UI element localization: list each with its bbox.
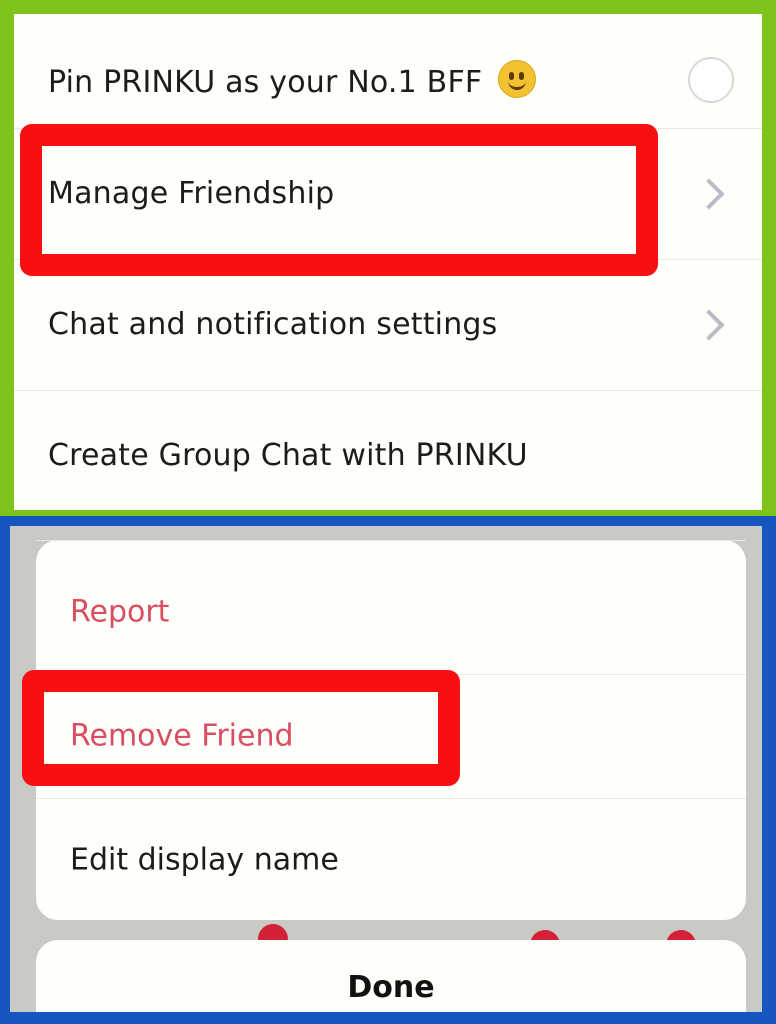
menu-item-chat-notification-settings-label: Chat and notification settings [48,307,498,342]
menu-item-chat-notification-settings[interactable]: Chat and notification settings [14,259,762,390]
profile-menu: Pin PRINKU as your No.1 BFF Manage Frien… [14,14,762,510]
remove-friend-button[interactable]: Remove Friend [36,674,746,798]
chevron-right-icon [693,308,725,341]
divider [36,540,746,541]
done-button[interactable]: Done [36,940,746,1012]
menu-item-manage-friendship[interactable]: Manage Friendship [14,128,762,259]
menu-item-manage-friendship-label: Manage Friendship [48,176,335,211]
report-label: Report [70,594,170,630]
top-frame: Pin PRINKU as your No.1 BFF Manage Frien… [0,0,776,520]
remove-friend-label: Remove Friend [70,718,294,754]
edit-display-name-label: Edit display name [70,842,339,878]
action-sheet-backdrop: Report Remove Friend Edit display name D… [10,526,762,1012]
menu-item-create-group-chat[interactable]: Create Group Chat with PRINKU [14,390,762,521]
edit-display-name-button[interactable]: Edit display name [36,798,746,922]
menu-item-pin-bff-label-wrap: Pin PRINKU as your No.1 BFF [48,59,537,100]
bottom-frame: Report Remove Friend Edit display name D… [0,516,776,1024]
menu-item-pin-bff-label: Pin PRINKU as your No.1 BFF [48,64,483,100]
slightly-smiling-face-icon [498,59,537,98]
chevron-right-icon [693,177,725,210]
menu-item-create-group-chat-label: Create Group Chat with PRINKU [48,438,528,473]
manage-friendship-sheet: Report Remove Friend Edit display name [36,540,746,920]
report-button[interactable]: Report [36,550,746,674]
done-label: Done [347,970,435,1005]
menu-item-pin-bff[interactable]: Pin PRINKU as your No.1 BFF [14,14,762,145]
pin-bff-radio[interactable] [688,56,734,103]
